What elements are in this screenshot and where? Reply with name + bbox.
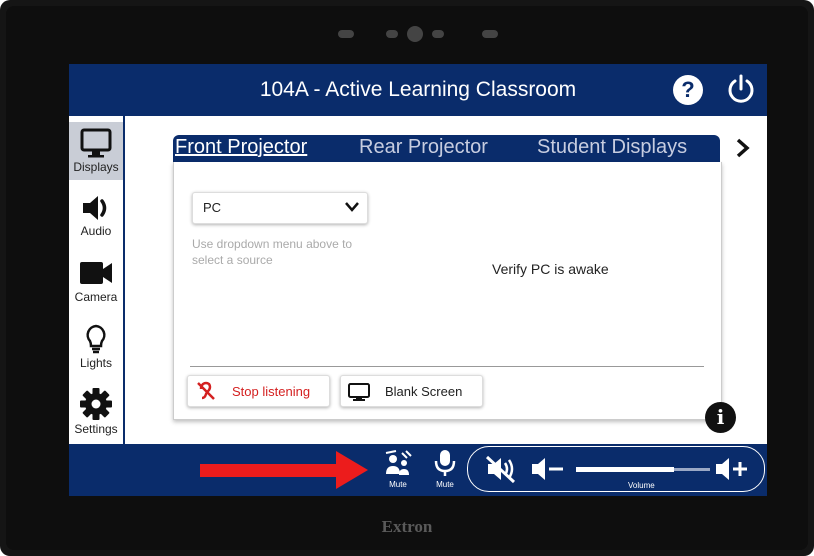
chevron-down-icon	[345, 202, 359, 212]
gear-icon	[80, 388, 112, 420]
source-selected: PC	[203, 200, 222, 215]
help-button[interactable]: ?	[673, 75, 703, 105]
status-message: Verify PC is awake	[492, 261, 609, 277]
annotation-arrow	[200, 451, 368, 489]
mic-mute-button[interactable]: Mute	[430, 448, 460, 489]
volume-control: Volume	[467, 446, 765, 492]
volume-up-icon[interactable]	[714, 454, 750, 484]
hearing-off-icon	[197, 381, 215, 400]
volume-slider-fill	[576, 467, 674, 472]
tab-student-displays[interactable]: Student Displays	[537, 136, 687, 159]
camera-icon	[80, 262, 112, 284]
sidebar-item-displays[interactable]: Displays	[69, 122, 123, 180]
sidebar-item-settings[interactable]: Settings	[69, 386, 123, 442]
tab-front-projector[interactable]: Front Projector	[175, 136, 307, 159]
info-button[interactable]: i	[705, 402, 736, 433]
volume-label: Volume	[628, 481, 655, 490]
speaker-icon	[83, 196, 107, 220]
sidebar-item-label: Lights	[79, 356, 113, 370]
sidebar-item-lights[interactable]: Lights	[69, 322, 123, 378]
room-title: 104A - Active Learning Classroom	[259, 78, 577, 101]
touch-screen: 104A - Active Learning Classroom ? Displ…	[69, 64, 767, 496]
bezel-sensor	[386, 30, 398, 38]
power-icon[interactable]	[725, 72, 757, 106]
stop-listening-label: Stop listening	[232, 384, 311, 399]
source-dropdown[interactable]: PC	[192, 192, 368, 224]
presenter-mute-label: Mute	[389, 480, 407, 489]
footer-bar: Mute Mute Volume	[69, 444, 767, 496]
bezel-camera	[407, 26, 423, 42]
bezel-sensor	[338, 30, 354, 38]
lightbulb-icon	[86, 324, 106, 354]
chevron-right-icon[interactable]	[735, 138, 751, 158]
display-panel: PC Use dropdown menu above to select a s…	[173, 162, 722, 420]
sidebar-item-label: Camera	[74, 290, 118, 304]
sidebar-item-audio[interactable]: Audio	[69, 192, 123, 246]
mic-mute-label: Mute	[436, 480, 454, 489]
app-header: 104A - Active Learning Classroom ?	[69, 64, 767, 116]
sidebar-item-label: Settings	[74, 422, 118, 436]
volume-down-icon[interactable]	[530, 456, 566, 482]
presenter-mute-button[interactable]: Mute	[383, 450, 413, 489]
monitor-icon	[80, 128, 112, 158]
bezel-sensor	[432, 30, 444, 38]
divider	[190, 366, 704, 367]
tab-rear-projector[interactable]: Rear Projector	[359, 136, 488, 159]
sidebar-item-label: Audio	[80, 224, 112, 238]
brand-logo: Extron	[381, 517, 433, 536]
speaker-mute-icon[interactable]	[484, 454, 518, 484]
microphone-icon	[434, 450, 456, 476]
blank-screen-button[interactable]: Blank Screen	[340, 375, 483, 407]
sidebar-item-label: Displays	[73, 160, 119, 174]
stop-listening-button[interactable]: Stop listening	[187, 375, 330, 407]
source-hint: Use dropdown menu above to select a sour…	[192, 237, 353, 267]
display-tabs: Front Projector Rear Projector Student D…	[173, 135, 720, 162]
voice-off-icon	[385, 450, 412, 475]
sidebar-item-camera[interactable]: Camera	[69, 256, 123, 312]
sidebar: Displays Audio Camera Lights Settings	[69, 116, 125, 444]
monitor-icon	[348, 383, 370, 401]
blank-screen-label: Blank Screen	[385, 384, 463, 399]
bezel-sensor	[482, 30, 498, 38]
